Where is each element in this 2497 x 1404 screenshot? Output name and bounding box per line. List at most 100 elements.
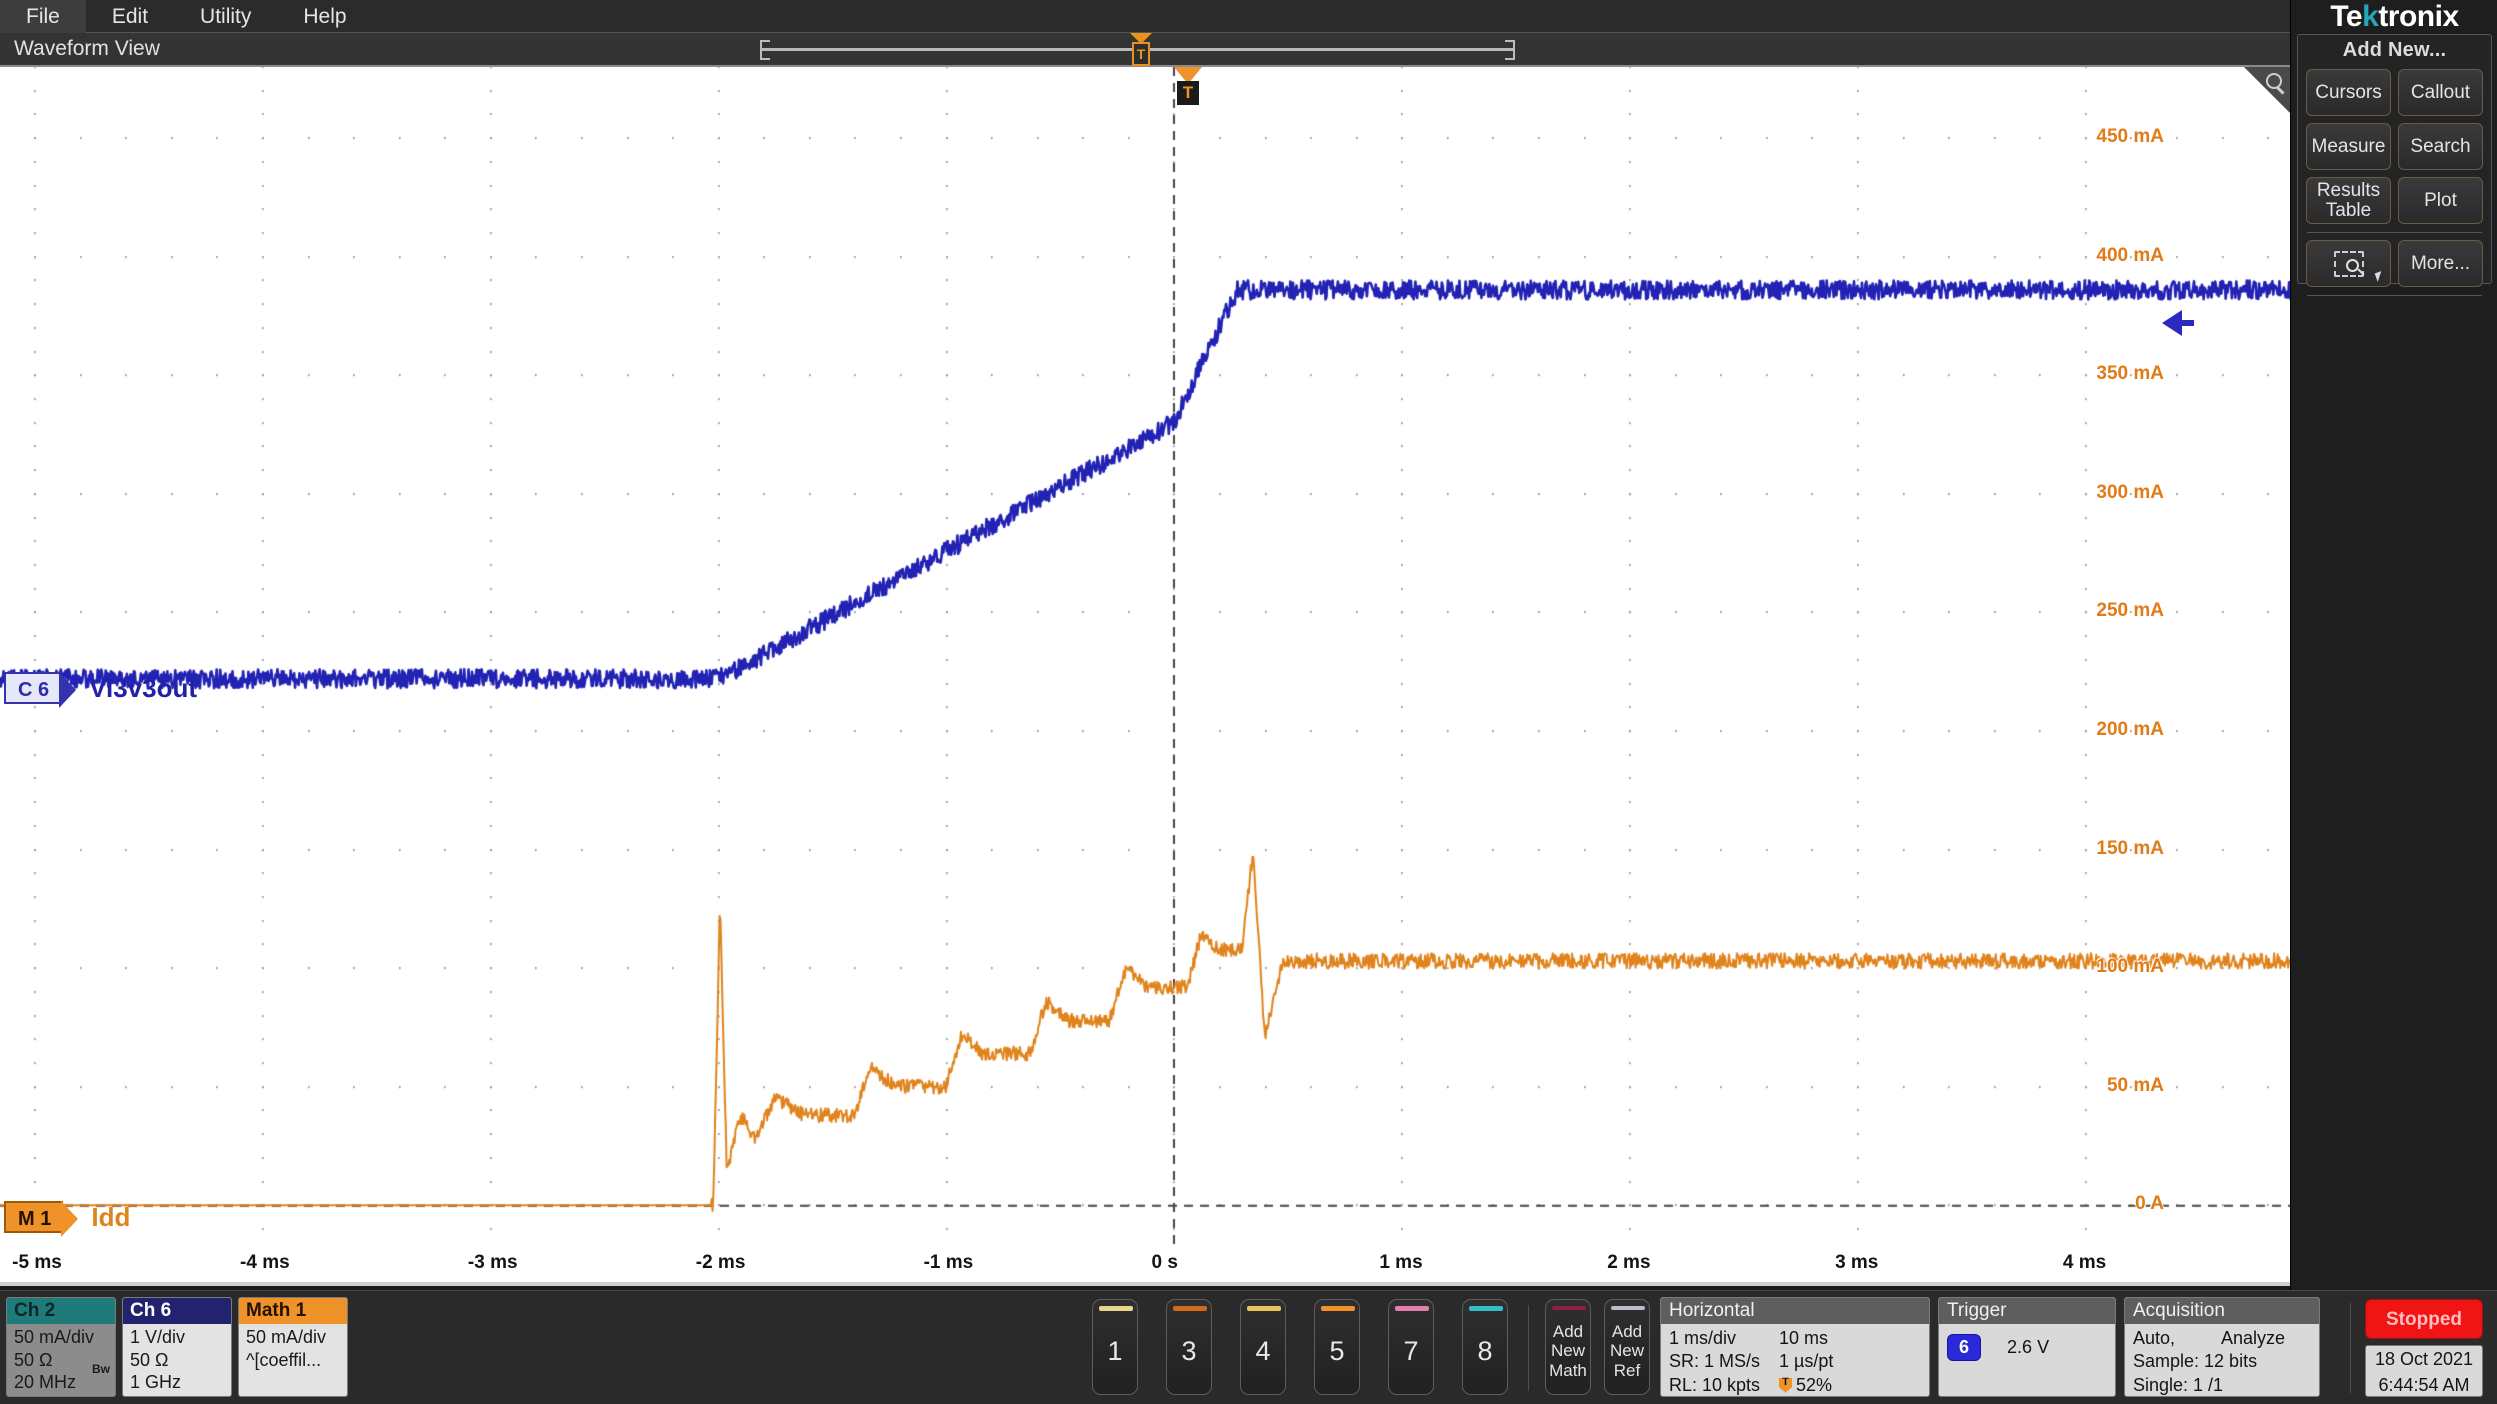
x-axis-tick-label: -2 ms xyxy=(696,1252,746,1274)
menu-item-help[interactable]: Help xyxy=(277,0,372,33)
menu-item-edit[interactable]: Edit xyxy=(86,0,174,33)
channel-badge-m1-label: Idd xyxy=(91,1202,130,1233)
callout-button[interactable]: Callout xyxy=(2398,69,2483,116)
channel-button-5[interactable]: 5 xyxy=(1314,1299,1360,1395)
horizontal-resolution: 1 µs/pt xyxy=(1779,1350,1833,1373)
add-new-button-grid-2: More... xyxy=(2298,233,2491,287)
y-axis-tick-label: 100 mA xyxy=(2096,956,2164,978)
trigger-card-title: Trigger xyxy=(1939,1298,2115,1324)
ch2-scale: 50 mA/div xyxy=(14,1326,115,1349)
channel-card-ch2-title: Ch 2 xyxy=(7,1298,115,1324)
add-new-ref-label: Add New Ref xyxy=(1605,1322,1649,1380)
channel-badge-m1-tag: M 1 xyxy=(4,1201,63,1233)
add-new-math-button[interactable]: Add New Math xyxy=(1545,1299,1591,1395)
x-axis-tick-label: 1 ms xyxy=(1379,1252,1422,1274)
magnifier-icon[interactable] xyxy=(2240,67,2290,117)
menu-item-file[interactable]: File xyxy=(0,0,86,33)
cursors-button[interactable]: Cursors xyxy=(2306,69,2391,116)
bottom-divider-3 xyxy=(2350,1303,2351,1393)
channel-button-3-color xyxy=(1173,1306,1207,1311)
add-new-math-label: Add New Math xyxy=(1546,1322,1590,1380)
search-button[interactable]: Search xyxy=(2398,123,2483,170)
x-axis-tick-label: -5 ms xyxy=(12,1252,62,1274)
record-overview-bar[interactable]: T xyxy=(760,40,1515,60)
horizontal-card-title: Horizontal xyxy=(1661,1298,1929,1324)
channel-button-1[interactable]: 1 xyxy=(1092,1299,1138,1395)
trigger-marker[interactable]: T xyxy=(1168,67,1208,115)
waveform-graticule[interactable]: T 0 A 50 mA 100 mA 150 mA 200 mA 250 mA 300 mA… xyxy=(0,67,2290,1248)
run-stop-button[interactable]: Stopped xyxy=(2365,1299,2483,1339)
channel-button-7[interactable]: 7 xyxy=(1388,1299,1434,1395)
trigger-level-stem xyxy=(2180,320,2194,326)
trigger-position-handle[interactable]: T xyxy=(1128,33,1154,67)
tektronix-logo: Tektronix xyxy=(2291,0,2497,33)
channel-button-5-label: 5 xyxy=(1315,1336,1359,1367)
channel-button-7-color xyxy=(1395,1306,1429,1311)
y-axis-tick-label: 450 mA xyxy=(2096,126,2164,148)
logo-k: k xyxy=(2362,0,2378,33)
y-axis-tick-label: 0 A xyxy=(2135,1193,2164,1215)
bottom-divider-1 xyxy=(1528,1305,1529,1391)
horizontal-card[interactable]: Horizontal 1 ms/div 10 ms SR: 1 MS/s 1 µ… xyxy=(1660,1297,1930,1397)
math1-expression: ^[coeffil... xyxy=(246,1349,347,1372)
channel-button-4[interactable]: 4 xyxy=(1240,1299,1286,1395)
add-new-ref-button[interactable]: Add New Ref xyxy=(1604,1299,1650,1395)
waveform-traces xyxy=(0,67,2290,1248)
ch2-bw-indicator: Bw xyxy=(92,1362,110,1377)
acquisition-card-body: Auto, Analyze Sample: 12 bits Single: 1 … xyxy=(2125,1324,2319,1397)
date-text: 18 Oct 2021 xyxy=(2366,1346,2482,1372)
time-text: 6:44:54 AM xyxy=(2366,1372,2482,1398)
right-panel: Tektronix Add New... Cursors Callout Mea… xyxy=(2290,0,2497,1290)
channel-button-8-label: 8 xyxy=(1463,1336,1507,1367)
ch6-impedance: 50 Ω xyxy=(130,1349,231,1372)
acquisition-analysis: Analyze xyxy=(2221,1327,2285,1350)
trigger-position-label: T xyxy=(1132,42,1150,66)
bottom-status-bar: Ch 2 50 mA/div 50 Ω 20 MHz Bw Ch 6 1 V/d… xyxy=(0,1290,2497,1404)
y-axis-tick-label: 300 mA xyxy=(2096,482,2164,504)
plot-button[interactable]: Plot xyxy=(2398,177,2483,224)
horizontal-scale: 1 ms/div xyxy=(1669,1327,1779,1350)
trigger-position-icon xyxy=(1779,1378,1792,1393)
channel-card-ch6-title: Ch 6 xyxy=(123,1298,231,1324)
y-axis-tick-label: 200 mA xyxy=(2096,719,2164,741)
trigger-card[interactable]: Trigger 6 𝕈 2.6 V xyxy=(1938,1297,2116,1397)
x-axis-tick-label: -1 ms xyxy=(924,1252,974,1274)
math1-scale: 50 mA/div xyxy=(246,1326,347,1349)
channel-badge-c6[interactable]: C 6 Vi3v3out xyxy=(4,672,197,704)
record-bracket-left[interactable] xyxy=(760,40,770,60)
results-table-button[interactable]: Results Table xyxy=(2306,177,2391,224)
add-new-button-grid: Cursors Callout Measure Search Results T… xyxy=(2298,62,2491,224)
datetime-display: 18 Oct 2021 6:44:54 AM xyxy=(2365,1345,2483,1397)
logo-part2: tronix xyxy=(2378,0,2458,33)
x-axis: -5 ms -4 ms -3 ms -2 ms -1 ms 0 s1 ms 2 ms 3 ms… xyxy=(0,1248,2290,1286)
ch6-bandwidth: 1 GHz xyxy=(130,1371,231,1394)
measure-button[interactable]: Measure xyxy=(2306,123,2391,170)
channel-card-ch2[interactable]: Ch 2 50 mA/div 50 Ω 20 MHz Bw xyxy=(6,1297,116,1397)
record-bracket-right[interactable] xyxy=(1505,40,1515,60)
zoom-select-icon-button[interactable] xyxy=(2306,240,2391,287)
channel-card-ch6[interactable]: Ch 6 1 V/div 50 Ω 1 GHz xyxy=(122,1297,232,1397)
channel-badge-c6-tag: C 6 xyxy=(4,672,61,704)
channel-button-8[interactable]: 8 xyxy=(1462,1299,1508,1395)
channel-card-ch6-body: 1 V/div 50 Ω 1 GHz xyxy=(123,1324,231,1394)
x-axis-tick-label: 0 s xyxy=(1151,1252,1177,1274)
x-axis-tick-label: -4 ms xyxy=(240,1252,290,1274)
x-axis-separator xyxy=(0,1282,2290,1286)
horizontal-position: 52% xyxy=(1796,1375,1832,1395)
add-new-panel: Add New... Cursors Callout Measure Searc… xyxy=(2297,34,2492,284)
add-new-divider-2 xyxy=(2307,295,2482,296)
acquisition-card[interactable]: Acquisition Auto, Analyze Sample: 12 bit… xyxy=(2124,1297,2320,1397)
channel-button-3-label: 3 xyxy=(1167,1336,1211,1367)
channel-button-7-label: 7 xyxy=(1389,1336,1433,1367)
more-button[interactable]: More... xyxy=(2398,240,2483,287)
channel-button-5-color xyxy=(1321,1306,1355,1311)
channel-button-3[interactable]: 3 xyxy=(1166,1299,1212,1395)
channel-badge-m1[interactable]: M 1 Idd xyxy=(4,1201,130,1233)
add-new-math-color xyxy=(1552,1306,1586,1310)
menu-item-utility[interactable]: Utility xyxy=(174,0,277,33)
channel-button-4-label: 4 xyxy=(1241,1336,1285,1367)
trigger-level-arrow-icon[interactable] xyxy=(2162,310,2182,336)
channel-card-math1[interactable]: Math 1 50 mA/div ^[coeffil... xyxy=(238,1297,348,1397)
trigger-source-badge[interactable]: 6 xyxy=(1947,1334,1981,1361)
channel-button-1-label: 1 xyxy=(1093,1336,1137,1367)
